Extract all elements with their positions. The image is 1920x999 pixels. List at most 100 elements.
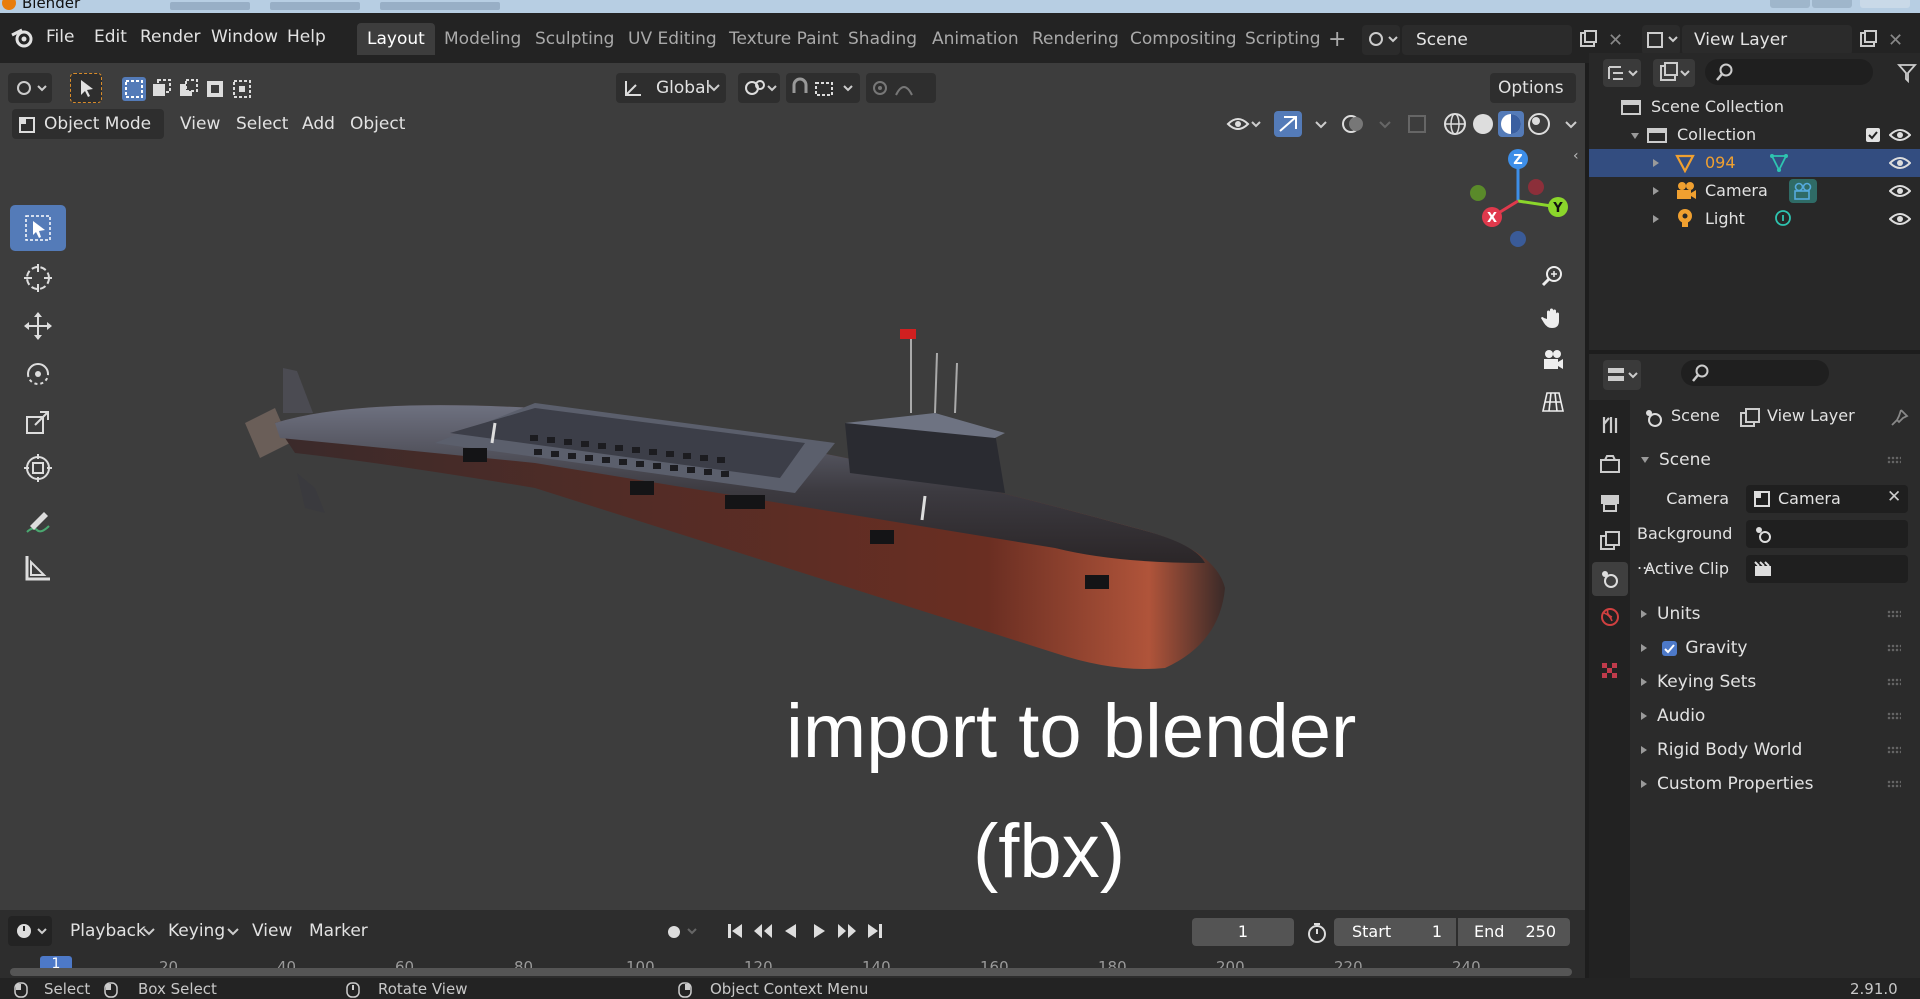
pan-hand-icon[interactable]	[1532, 297, 1574, 339]
sidebar-toggle-icon[interactable]: ‹	[1573, 148, 1579, 164]
select-intersect-icon[interactable]	[230, 77, 254, 101]
minimize-button[interactable]	[1770, 0, 1810, 8]
gravity-checkbox[interactable]	[1662, 640, 1678, 656]
filter-icon[interactable]	[1897, 63, 1917, 83]
visibility-eye-icon[interactable]	[1226, 111, 1262, 137]
chevron-down-icon[interactable]	[1378, 111, 1392, 137]
tab-rendering[interactable]: Rendering	[1022, 23, 1129, 55]
render-properties-tab-icon[interactable]	[1592, 448, 1628, 482]
outliner-editor-type-button[interactable]	[1603, 59, 1641, 87]
selection-mode-group[interactable]	[122, 75, 254, 103]
stopwatch-icon[interactable]	[1306, 922, 1328, 944]
3d-viewport[interactable]: Global Options Object Mode View Select A…	[0, 63, 1585, 910]
gravity-panel-header[interactable]: Gravity	[1641, 634, 1911, 662]
chevron-down-icon[interactable]	[1314, 111, 1328, 137]
texture-properties-tab-icon[interactable]	[1592, 654, 1628, 688]
eye-icon[interactable]	[1889, 127, 1911, 143]
select-extend-icon[interactable]	[149, 77, 173, 101]
output-properties-tab-icon[interactable]	[1592, 486, 1628, 520]
eye-icon[interactable]	[1889, 183, 1911, 199]
proportional-editing-button[interactable]	[866, 73, 936, 103]
pivot-point-button[interactable]	[738, 73, 780, 103]
tab-animation[interactable]: Animation	[922, 23, 1029, 55]
menu-edit[interactable]: Edit	[88, 23, 133, 51]
timeline-editor-type-button[interactable]	[8, 916, 52, 946]
overlays-icon[interactable]	[1340, 111, 1366, 137]
jump-to-start-icon[interactable]	[724, 920, 746, 942]
light-data-icon[interactable]	[1773, 209, 1793, 229]
menu-file[interactable]: File	[40, 23, 80, 51]
tab-compositing[interactable]: Compositing	[1120, 23, 1247, 55]
outliner-item-094[interactable]: 094	[1589, 149, 1920, 177]
measure-tool[interactable]	[10, 545, 66, 591]
eye-icon[interactable]	[1889, 211, 1911, 227]
scene-properties-tab-icon[interactable]	[1592, 562, 1628, 596]
select-box-tool[interactable]	[10, 205, 66, 251]
mesh-data-icon[interactable]	[1769, 153, 1789, 173]
gizmo-toggle-icon[interactable]	[1274, 111, 1302, 137]
rigid-body-world-panel-header[interactable]: Rigid Body World	[1641, 736, 1911, 764]
scene-panel-header[interactable]: Scene	[1641, 446, 1911, 474]
timeline-scrollbar[interactable]	[10, 968, 1572, 976]
cursor-tool[interactable]	[10, 255, 66, 301]
solid-shading-icon[interactable]	[1470, 111, 1496, 137]
menu-view[interactable]: View	[180, 109, 220, 139]
close-window-button[interactable]	[1860, 0, 1910, 8]
maximize-button[interactable]	[1812, 0, 1852, 8]
menu-add[interactable]: Add	[302, 109, 335, 139]
new-scene-icon[interactable]	[1578, 30, 1598, 50]
keying-sets-panel-header[interactable]: Keying Sets	[1641, 668, 1911, 696]
view-layer-properties-tab-icon[interactable]	[1592, 524, 1628, 558]
menu-timeline-view[interactable]: View	[252, 916, 292, 946]
camera-view-icon[interactable]	[1532, 339, 1574, 381]
menu-keying[interactable]: Keying	[168, 916, 225, 946]
tool-properties-tab-icon[interactable]	[1592, 408, 1628, 442]
next-keyframe-icon[interactable]	[836, 920, 858, 942]
wireframe-shading-icon[interactable]	[1442, 111, 1468, 137]
outliner-collection[interactable]: Collection	[1589, 121, 1920, 149]
expand-triangle-icon[interactable]	[1653, 187, 1659, 195]
expand-triangle-icon[interactable]	[1631, 133, 1639, 139]
tab-scripting[interactable]: Scripting	[1235, 23, 1331, 55]
menu-window[interactable]: Window	[205, 23, 284, 51]
units-panel-header[interactable]: Units	[1641, 600, 1911, 628]
submarine-model[interactable]	[235, 313, 1245, 693]
tab-shading[interactable]: Shading	[838, 23, 927, 55]
clear-camera-icon[interactable]: ✕	[1887, 487, 1901, 507]
view-layer-browse-button[interactable]	[1642, 25, 1680, 55]
chevron-down-icon[interactable]	[1564, 111, 1578, 137]
properties-search-input[interactable]	[1681, 360, 1829, 386]
play-icon[interactable]	[808, 920, 830, 942]
view-layer-name-field[interactable]: View Layer	[1682, 25, 1852, 55]
expand-triangle-icon[interactable]	[1653, 215, 1659, 223]
jump-to-end-icon[interactable]	[864, 920, 886, 942]
navigation-gizmo[interactable]: Z Y X	[1458, 141, 1578, 253]
annotate-tool[interactable]	[10, 499, 66, 545]
menu-playback[interactable]: Playback	[70, 916, 146, 946]
remove-scene-icon[interactable]: ✕	[1608, 30, 1623, 51]
perspective-toggle-icon[interactable]	[1532, 381, 1574, 423]
tab-sculpting[interactable]: Sculpting	[525, 23, 624, 55]
display-mode-button[interactable]	[1653, 59, 1695, 87]
start-frame-field[interactable]: Start 1	[1334, 918, 1456, 946]
menu-select[interactable]: Select	[236, 109, 288, 139]
camera-data-icon[interactable]	[1789, 179, 1817, 203]
pin-icon[interactable]	[1889, 408, 1909, 428]
menu-help[interactable]: Help	[281, 23, 332, 51]
expand-triangle-icon[interactable]	[1653, 159, 1659, 167]
world-properties-tab-icon[interactable]	[1592, 600, 1628, 634]
record-keyframe-icon[interactable]	[660, 922, 700, 942]
new-view-layer-icon[interactable]	[1858, 30, 1878, 50]
add-workspace-icon[interactable]: +	[1328, 27, 1346, 52]
blender-menu-icon[interactable]	[10, 27, 36, 49]
menu-render[interactable]: Render	[134, 23, 207, 51]
scene-name-field[interactable]: Scene	[1402, 25, 1572, 55]
audio-panel-header[interactable]: Audio	[1641, 702, 1911, 730]
menu-object[interactable]: Object	[350, 109, 405, 139]
rendered-shading-icon[interactable]	[1526, 111, 1552, 137]
menu-marker[interactable]: Marker	[309, 916, 368, 946]
options-dropdown[interactable]: Options	[1490, 73, 1576, 103]
tab-layout[interactable]: Layout	[357, 23, 435, 55]
tab-uv-editing[interactable]: UV Editing	[618, 23, 727, 55]
tab-texture-paint[interactable]: Texture Paint	[719, 23, 849, 55]
